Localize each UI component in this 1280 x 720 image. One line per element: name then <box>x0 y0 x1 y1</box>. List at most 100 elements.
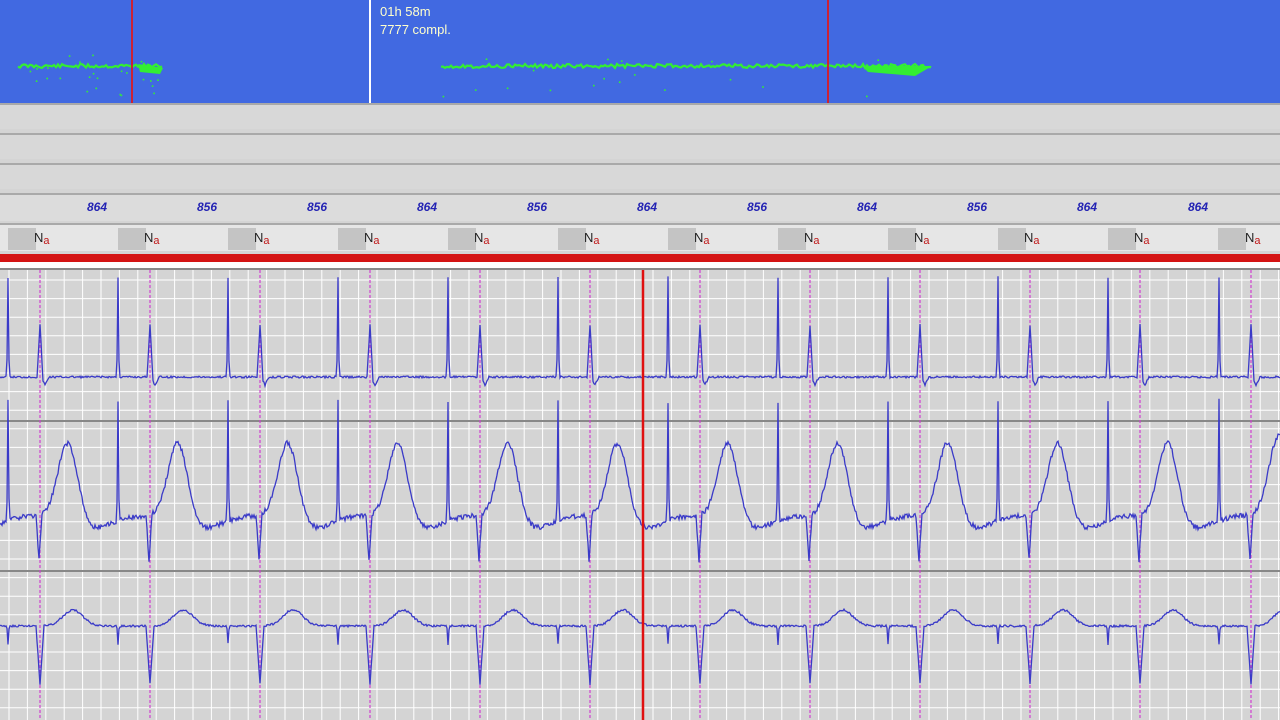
trend-dot <box>36 68 38 70</box>
beat-marker[interactable] <box>338 228 366 250</box>
trend-dot <box>46 77 48 80</box>
trend-dot <box>35 80 38 82</box>
trend-dot <box>157 79 159 81</box>
trend-dot <box>442 95 445 98</box>
rr-interval-value: 856 <box>196 200 218 214</box>
channel-row-1 <box>0 103 1280 129</box>
trend-dot <box>86 90 89 93</box>
beat-class-main: N <box>1134 230 1144 245</box>
rr-interval-value: 864 <box>1076 200 1098 214</box>
beat-class-sub: a <box>1033 235 1040 247</box>
rr-interval-value: 864 <box>86 200 108 214</box>
trend-dot <box>541 64 543 67</box>
trend-dot <box>150 80 152 82</box>
beat-class-label[interactable]: Na <box>254 230 270 247</box>
trend-dot <box>126 72 128 74</box>
beat-class-label[interactable]: Na <box>584 230 600 247</box>
rr-interval-value: 856 <box>746 200 768 214</box>
trend-dot <box>88 76 91 78</box>
beat-marker[interactable] <box>1218 228 1246 250</box>
trend-dot <box>634 74 636 76</box>
trend-dot <box>120 94 123 97</box>
rr-interval-value: 856 <box>966 200 988 214</box>
beat-class-sub: a <box>43 235 50 247</box>
trend-dot <box>618 81 621 83</box>
trend-dot <box>120 70 123 73</box>
beat-marker[interactable] <box>228 228 256 250</box>
beat-class-main: N <box>144 230 154 245</box>
beat-class-sub: a <box>593 235 600 247</box>
trend-overview-panel[interactable]: 01h 58m 7777 compl. <box>0 0 1280 103</box>
beat-class-label[interactable]: Na <box>1134 230 1150 247</box>
trend-dot <box>729 78 732 81</box>
rr-interval-value: 864 <box>416 200 438 214</box>
rr-interval-value: 864 <box>636 200 658 214</box>
beat-class-main: N <box>1245 230 1255 245</box>
rr-interval-value: 856 <box>306 200 328 214</box>
beat-class-main: N <box>474 230 484 245</box>
beat-marker[interactable] <box>448 228 476 250</box>
beat-class-main: N <box>804 230 814 245</box>
trend-dot <box>655 66 657 68</box>
ecg-strip-area[interactable] <box>0 270 1280 720</box>
trend-dot <box>762 86 764 88</box>
beat-marker[interactable] <box>8 228 36 250</box>
beat-class-sub: a <box>1143 235 1150 247</box>
trend-plot[interactable] <box>0 0 1280 103</box>
trend-dot <box>95 87 98 90</box>
beat-class-main: N <box>1024 230 1034 245</box>
beat-class-label[interactable]: Na <box>804 230 820 247</box>
beat-class-sub: a <box>813 235 820 247</box>
beat-class-label[interactable]: Na <box>474 230 490 247</box>
beat-class-main: N <box>694 230 704 245</box>
trend-dot <box>752 66 755 69</box>
beat-marker[interactable] <box>118 228 146 250</box>
trend-dot <box>593 84 595 87</box>
beat-class-label[interactable]: Na <box>144 230 160 247</box>
beat-class-sub: a <box>153 235 160 247</box>
rr-interval-value: 856 <box>526 200 548 214</box>
trend-dot <box>157 64 160 67</box>
trend-dot <box>142 78 145 81</box>
beat-class-sub: a <box>703 235 710 247</box>
trend-dot <box>59 77 62 80</box>
beat-marker[interactable] <box>668 228 696 250</box>
trend-dot <box>47 67 49 69</box>
beat-class-label[interactable]: Na <box>34 230 50 247</box>
beat-class-main: N <box>364 230 374 245</box>
beat-marker[interactable] <box>1108 228 1136 250</box>
beat-class-sub: a <box>373 235 380 247</box>
beat-class-label[interactable]: Na <box>1024 230 1040 247</box>
trend-dot <box>485 58 488 60</box>
trend-dot <box>153 92 155 95</box>
selection-bar[interactable] <box>0 254 1280 262</box>
beat-marker[interactable] <box>778 228 806 250</box>
trend-dot <box>140 60 143 63</box>
rr-interval-value: 864 <box>1187 200 1209 214</box>
trend-dot <box>532 69 535 72</box>
beat-class-sub: a <box>483 235 490 247</box>
beat-class-main: N <box>34 230 44 245</box>
trend-dot <box>92 54 94 57</box>
beat-class-sub: a <box>263 235 270 247</box>
trend-dot <box>549 89 552 92</box>
beat-marker[interactable] <box>998 228 1026 250</box>
beat-class-label[interactable]: Na <box>694 230 710 247</box>
trend-dot <box>92 72 95 75</box>
trend-dot <box>79 61 81 63</box>
beat-marker[interactable] <box>888 228 916 250</box>
trend-dot <box>68 55 71 57</box>
beat-class-sub: a <box>1254 235 1261 247</box>
beat-class-label[interactable]: Na <box>1245 230 1261 247</box>
beat-class-label[interactable]: Na <box>364 230 380 247</box>
rr-interval-value: 864 <box>856 200 878 214</box>
trend-dot <box>474 89 477 91</box>
trend-dot <box>96 77 99 80</box>
beat-annotation-row[interactable]: Na Na Na Na Na Na Na Na Na Na Na Na <box>0 223 1280 251</box>
beat-marker[interactable] <box>558 228 586 250</box>
trend-dot <box>607 58 609 61</box>
trend-dot <box>29 70 32 73</box>
beat-class-sub: a <box>923 235 930 247</box>
beat-class-label[interactable]: Na <box>914 230 930 247</box>
trend-dot <box>877 59 879 61</box>
